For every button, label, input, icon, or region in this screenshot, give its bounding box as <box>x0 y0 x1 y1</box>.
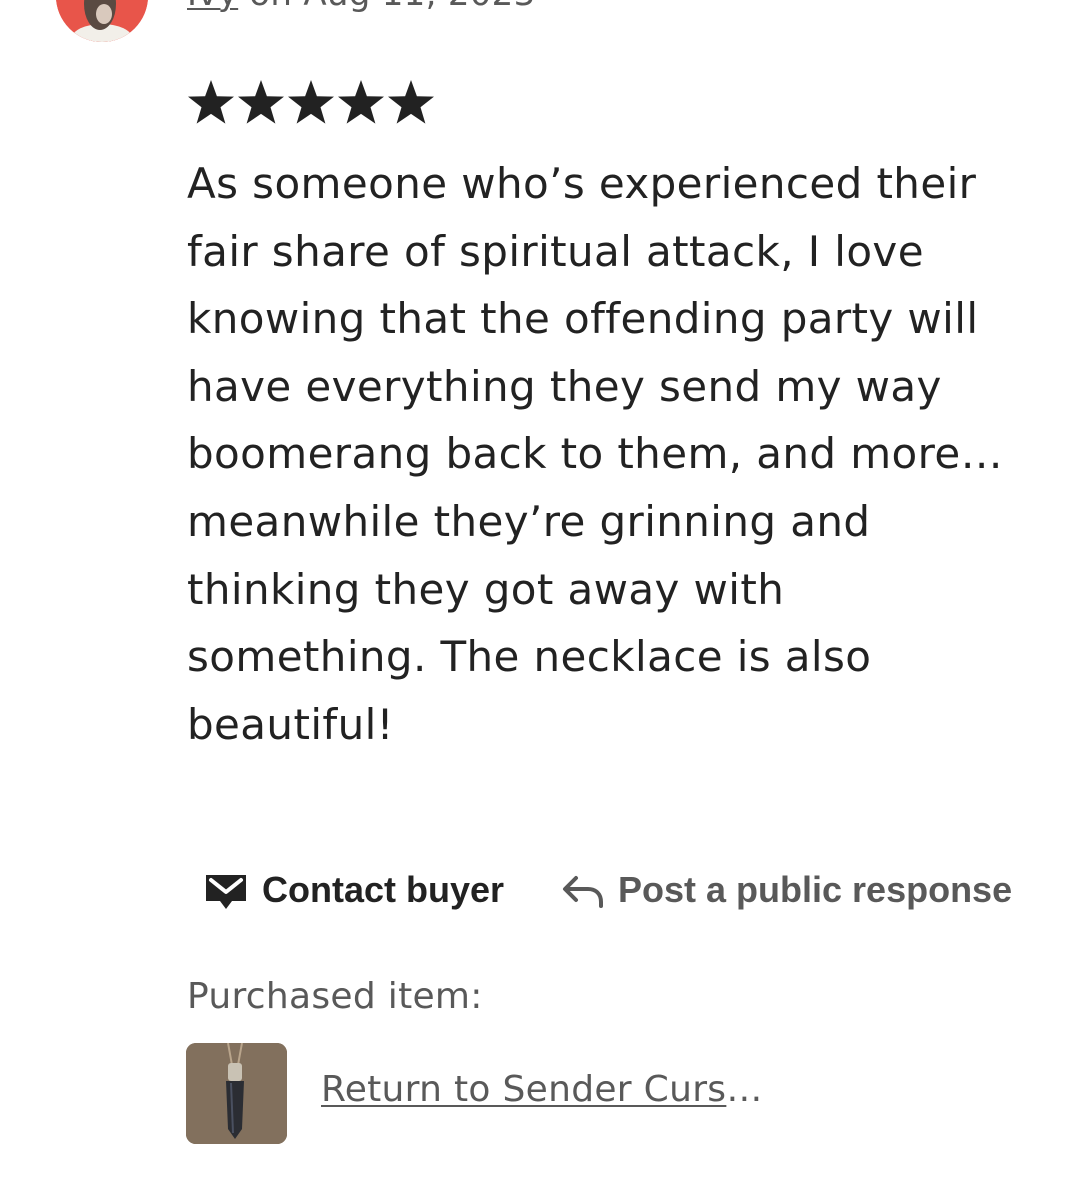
star-icon <box>188 80 234 124</box>
purchased-item-link[interactable]: Return to Sender Curs… <box>321 1069 763 1110</box>
purchased-item-label: Purchased item: <box>187 976 483 1017</box>
star-icon <box>388 80 434 124</box>
review-actions: Contact buyer Post a public response <box>0 864 1080 920</box>
reviewer-name-link[interactable]: Ivy <box>187 0 238 14</box>
star-rating <box>186 78 436 126</box>
reviewer-byline: Ivy on Aug 11, 2023 <box>187 0 536 14</box>
review-date: on Aug 11, 2023 <box>238 0 535 14</box>
necklace-image-icon <box>186 1043 287 1144</box>
star-icon <box>288 80 334 124</box>
post-public-response-button[interactable]: Post a public response <box>560 864 1012 916</box>
reviewer-photo-icon <box>56 0 148 42</box>
reviewer-avatar[interactable] <box>56 0 148 42</box>
purchased-item-title: Return to Sender Curs <box>321 1069 727 1110</box>
post-public-response-label: Post a public response <box>618 869 1013 910</box>
reply-arrow-icon <box>563 876 603 908</box>
star-icon <box>238 80 284 124</box>
envelope-icon <box>206 875 246 909</box>
purchased-item-ellipsis: … <box>726 1069 763 1110</box>
star-icon <box>338 80 384 124</box>
contact-buyer-label: Contact buyer <box>262 869 505 910</box>
contact-buyer-button[interactable]: Contact buyer <box>204 864 504 916</box>
purchased-item-thumbnail[interactable] <box>186 1043 287 1144</box>
review-text: As someone who’s experienced their fair … <box>187 159 1004 749</box>
